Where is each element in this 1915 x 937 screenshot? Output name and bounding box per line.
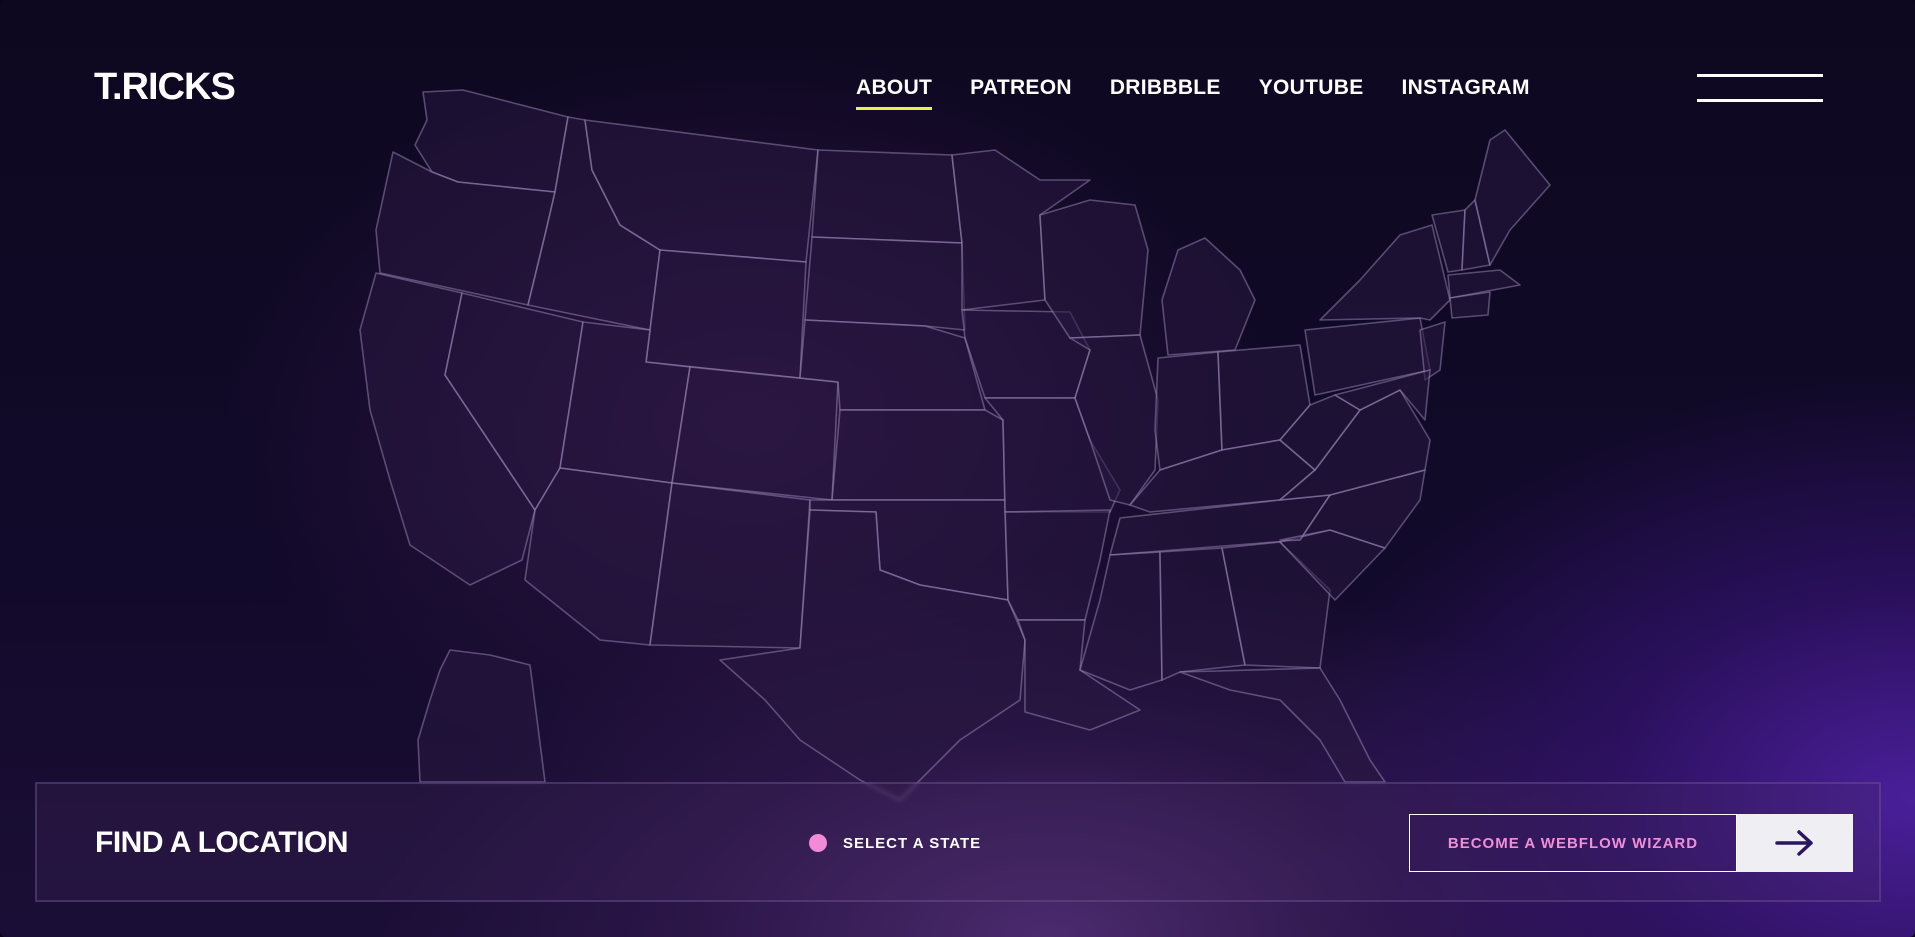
webflow-wizard-button[interactable]: BECOME A WEBFLOW WIZARD xyxy=(1409,814,1853,872)
select-state-button[interactable]: SELECT A STATE xyxy=(809,834,981,852)
location-bar: FIND A LOCATION SELECT A STATE BECOME A … xyxy=(35,782,1881,902)
state-north-dakota xyxy=(811,149,963,244)
state-kansas xyxy=(831,409,1006,501)
hamburger-line-top xyxy=(1697,74,1823,77)
state-indiana xyxy=(1154,351,1223,471)
state-wyoming xyxy=(645,249,807,379)
state-florida xyxy=(1179,667,1386,783)
find-location-title: FIND A LOCATION xyxy=(95,826,349,859)
state-michigan xyxy=(1161,237,1256,356)
state-maine xyxy=(1474,129,1551,266)
arrow-right-icon[interactable] xyxy=(1737,814,1853,872)
nav-item-about[interactable]: ABOUT xyxy=(856,76,933,110)
state-south-dakota xyxy=(804,236,966,331)
state-arizona xyxy=(524,467,673,646)
hamburger-icon[interactable] xyxy=(1697,74,1823,104)
nav-item-dribbble[interactable]: DRIBBBLE xyxy=(1110,76,1221,110)
page-frame: T.RICKS ABOUT PATREON DRIBBBLE YOUTUBE I… xyxy=(0,0,1915,937)
state-new-york xyxy=(1319,224,1451,321)
state-new-mexico xyxy=(649,482,811,649)
nav-item-patreon[interactable]: PATREON xyxy=(970,76,1072,110)
main-nav: ABOUT PATREON DRIBBBLE YOUTUBE INSTAGRAM xyxy=(856,76,1568,110)
brand-logo[interactable]: T.RICKS xyxy=(94,66,236,109)
cta-label: BECOME A WEBFLOW WIZARD xyxy=(1409,814,1737,872)
pink-dot-icon xyxy=(809,834,827,852)
state-arkansas xyxy=(1004,509,1111,621)
select-state-label: SELECT A STATE xyxy=(843,834,982,852)
state-colorado xyxy=(671,366,839,501)
state-alaska xyxy=(417,649,546,783)
state-wisconsin xyxy=(1039,199,1149,339)
hamburger-line-bottom xyxy=(1697,99,1823,102)
nav-item-instagram[interactable]: INSTAGRAM xyxy=(1402,76,1530,110)
nav-item-youtube[interactable]: YOUTUBE xyxy=(1259,76,1364,110)
